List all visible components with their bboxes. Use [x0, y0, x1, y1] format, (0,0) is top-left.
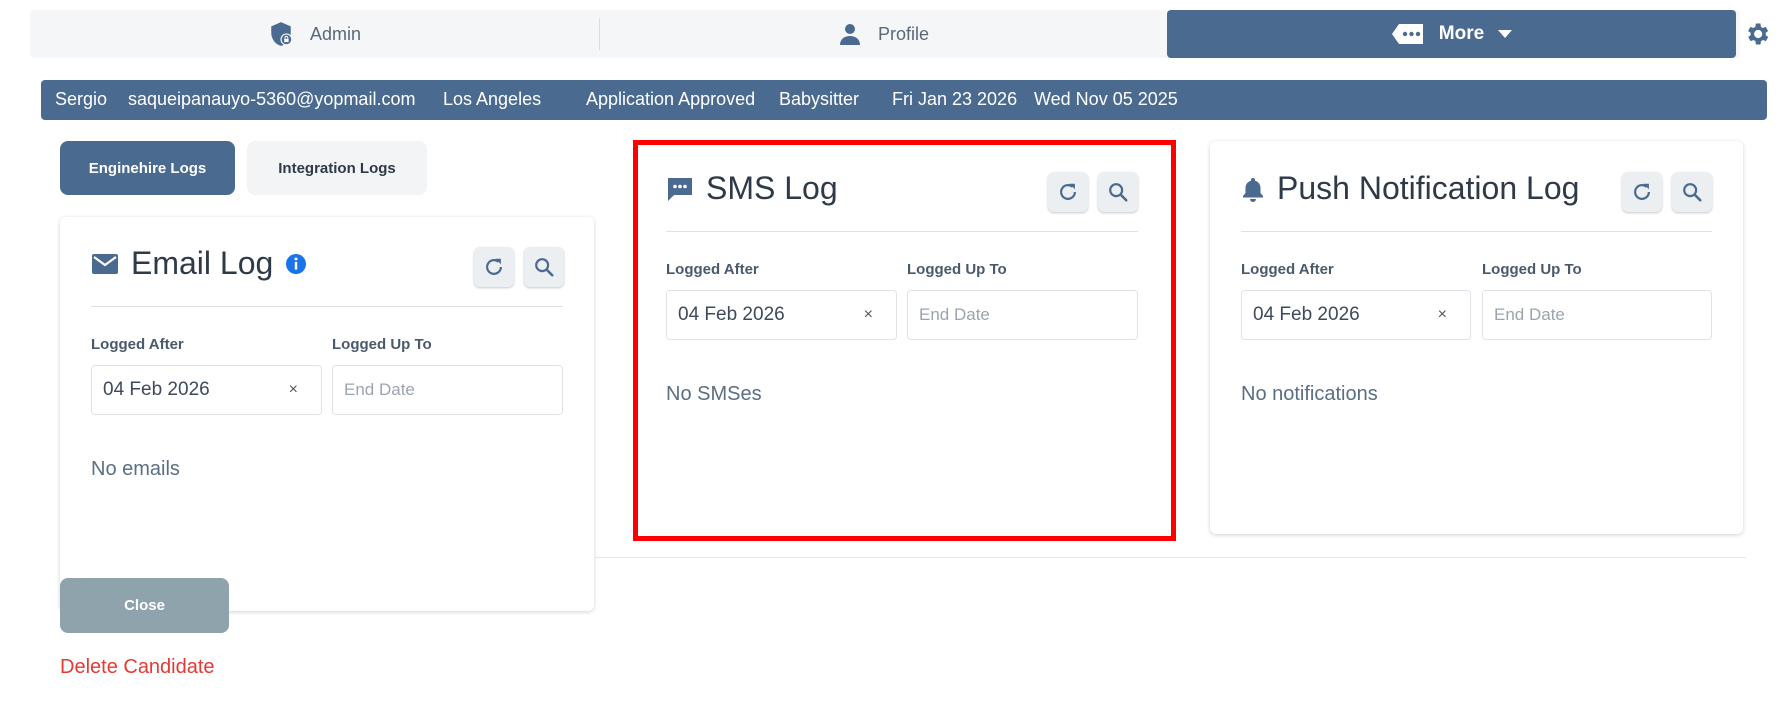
push-search-button[interactable]: [1672, 172, 1712, 212]
nav-tab-more-label: More: [1438, 23, 1485, 44]
envelope-icon: [91, 252, 119, 276]
info-icon[interactable]: [285, 253, 307, 275]
email-end-date-placeholder: End Date: [344, 380, 415, 399]
chat-bubble-icon: [666, 176, 694, 202]
sms-log-header: SMS Log: [666, 170, 838, 207]
push-logged-after-label: Logged After: [1241, 261, 1334, 278]
email-logged-up-to-label: Logged Up To: [332, 336, 432, 353]
email-log-divider: [91, 306, 563, 307]
close-button[interactable]: Close: [60, 578, 229, 633]
candidate-name: Sergio: [55, 89, 108, 109]
sms-empty-message: No SMSes: [666, 383, 762, 405]
candidate-city: Los Angeles: [443, 89, 542, 109]
caret-down-icon: [1498, 29, 1513, 39]
sms-search-button[interactable]: [1098, 172, 1138, 212]
push-logged-after-value: 04 Feb 2026: [1253, 304, 1360, 325]
push-logged-up-to-label: Logged Up To: [1482, 261, 1582, 278]
tab-integration-logs[interactable]: Integration Logs: [247, 141, 427, 195]
section-divider: [595, 557, 1746, 558]
tab-enginehire-logs[interactable]: Enginehire Logs: [60, 141, 235, 195]
email-search-button[interactable]: [524, 247, 564, 287]
candidate-date-1: Fri Jan 23 2026: [892, 89, 1018, 109]
delete-candidate-link[interactable]: Delete Candidate: [60, 656, 215, 679]
push-logged-after-field[interactable]: 04 Feb 2026 ×: [1241, 290, 1471, 340]
candidate-role: Babysitter: [779, 89, 860, 109]
bell-icon: [1241, 176, 1265, 202]
email-logged-after-value: 04 Feb 2026: [103, 379, 210, 400]
push-clear-date-button[interactable]: ×: [1438, 306, 1459, 324]
nav-tab-more[interactable]: More: [1167, 10, 1736, 58]
nav-tab-profile[interactable]: Profile: [600, 10, 1167, 58]
sms-log-title: SMS Log: [706, 170, 838, 206]
push-log-divider: [1241, 231, 1712, 232]
email-log-title: Email Log: [131, 245, 274, 281]
push-empty-message: No notifications: [1241, 383, 1378, 405]
search-icon: [1681, 181, 1703, 203]
refresh-icon: [1057, 181, 1079, 203]
email-refresh-button[interactable]: [474, 247, 514, 287]
email-empty-message: No emails: [91, 458, 180, 480]
sms-logged-after-field[interactable]: 04 Feb 2026 ×: [666, 290, 897, 340]
candidate-info-bar: Sergio saqueipanauyo-5360@yopmail.com Lo…: [41, 80, 1767, 120]
email-log-header: Email Log: [91, 245, 307, 282]
push-end-date-placeholder: End Date: [1494, 305, 1565, 324]
candidate-status: Application Approved: [586, 89, 756, 109]
sms-log-divider: [666, 231, 1138, 232]
email-logged-after-field[interactable]: 04 Feb 2026 ×: [91, 365, 322, 415]
person-icon: [838, 22, 862, 46]
push-log-header: Push Notification Log: [1241, 170, 1579, 207]
ellipsis-tag-icon: [1391, 22, 1425, 46]
sms-refresh-button[interactable]: [1048, 172, 1088, 212]
email-end-date-field[interactable]: End Date: [332, 365, 563, 415]
candidate-date-2: Wed Nov 05 2025: [1034, 89, 1178, 109]
sms-logged-up-to-label: Logged Up To: [907, 261, 1007, 278]
gear-icon: [1743, 20, 1771, 48]
push-log-title: Push Notification Log: [1277, 170, 1580, 206]
refresh-icon: [483, 256, 505, 278]
push-refresh-button[interactable]: [1622, 172, 1662, 212]
search-icon: [533, 256, 555, 278]
refresh-icon: [1631, 181, 1653, 203]
sms-logged-after-label: Logged After: [666, 261, 759, 278]
nav-tab-profile-label: Profile: [877, 23, 930, 44]
sms-logged-after-value: 04 Feb 2026: [678, 304, 785, 325]
sms-end-date-field[interactable]: End Date: [907, 290, 1138, 340]
shield-lock-icon: [268, 21, 294, 47]
nav-tab-admin[interactable]: Admin: [30, 10, 599, 58]
sms-end-date-placeholder: End Date: [919, 305, 990, 324]
sms-clear-date-button[interactable]: ×: [864, 306, 885, 324]
email-logged-after-label: Logged After: [91, 336, 184, 353]
settings-button[interactable]: [1743, 20, 1771, 48]
nav-tab-admin-label: Admin: [309, 23, 362, 44]
email-clear-date-button[interactable]: ×: [289, 381, 310, 399]
candidate-email: saqueipanauyo-5360@yopmail.com: [128, 89, 416, 109]
push-end-date-field[interactable]: End Date: [1482, 290, 1712, 340]
search-icon: [1107, 181, 1129, 203]
